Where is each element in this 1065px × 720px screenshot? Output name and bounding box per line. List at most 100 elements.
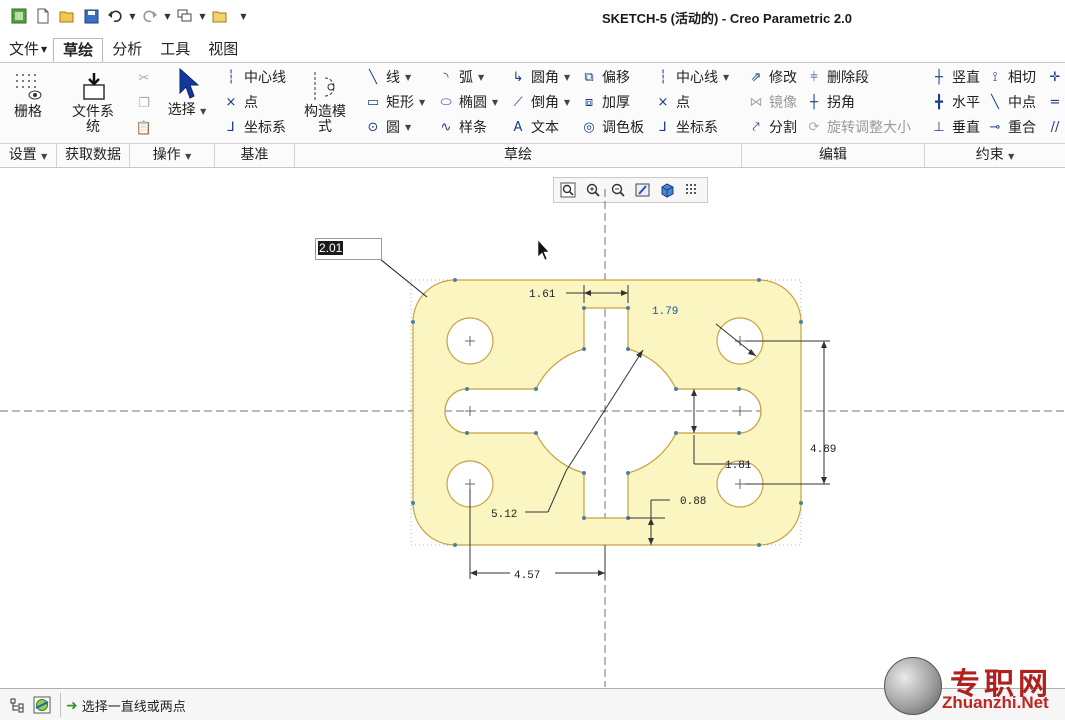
arc-button[interactable]: ◝ 弧 ▼ <box>438 66 484 88</box>
model-tree-icon[interactable] <box>8 695 28 715</box>
close-window-icon[interactable] <box>209 6 231 26</box>
group-operations-label[interactable]: 操作 ▼ <box>130 143 215 167</box>
chamfer-label: 倒角 <box>531 95 559 111</box>
dimension-value-input[interactable]: 2.01 <box>315 238 382 260</box>
tab-tools[interactable]: 工具 <box>151 38 199 62</box>
datum-centerline-button[interactable]: ┆ 中心线 <box>223 66 286 88</box>
dim-0-88[interactable]: 0.88 <box>680 496 706 508</box>
filesystem-label-1: 文件系 <box>72 104 114 120</box>
delete-segment-button[interactable]: ⫩ 删除段 <box>806 66 869 88</box>
tab-analysis[interactable]: 分析 <box>103 38 151 62</box>
corner-button[interactable]: ┼ 拐角 <box>806 91 855 113</box>
windows-dropdown-icon[interactable]: ▼ <box>198 6 207 26</box>
select-label-wrap: 选择 ▼ <box>168 103 207 119</box>
app-logo-icon[interactable] <box>8 6 30 26</box>
text-button[interactable]: A 文本 <box>510 116 559 138</box>
tangent-button[interactable]: ⟟ 相切 <box>987 66 1036 88</box>
chevron-down-icon: ▼ <box>185 152 192 161</box>
tangent-label: 相切 <box>1008 70 1036 86</box>
datum-point-button[interactable]: × 点 <box>223 91 258 113</box>
group-constrain-label[interactable]: 约束 ▼ <box>925 143 1065 167</box>
spline-label: 样条 <box>459 120 487 136</box>
group-constrain: ┼ 竖直 ╋ 水平 ⊥ 垂直 ⟟ 相切 ╲ 中点 ⊸ 重合 ✛ = // 约束 ▼ <box>925 63 1065 167</box>
chamfer-icon: ⟋ <box>513 94 523 110</box>
csys-icon: ⅃ <box>659 119 667 135</box>
tab-view[interactable]: 视图 <box>199 38 247 62</box>
dim-5-12[interactable]: 5.12 <box>491 509 517 521</box>
dim-1-81[interactable]: 1.81 <box>725 460 752 472</box>
group-settings-label[interactable]: 设置 ▼ <box>0 143 57 167</box>
divide-button[interactable]: ⤤ 分割 <box>748 116 797 138</box>
customize-qat-icon[interactable]: ▼ <box>239 6 248 26</box>
quick-access-toolbar: ▼ ▼ ▼ ▼ <box>8 6 248 26</box>
fillet-button[interactable]: ↳ 圆角 ▼ <box>510 66 571 88</box>
sketch-centerline-button[interactable]: ┆ 中心线 ▼ <box>655 66 729 88</box>
text-icon: A <box>513 119 523 135</box>
ribbon: 栅格 设置 ▼ 文件系 统 获取数据 ✂ ❐ 📋 选择 ▼ 操作 ▼ ┆ 中心线 … <box>0 62 1065 168</box>
vertical-constraint-icon: ┼ <box>935 69 943 85</box>
redo-dropdown-icon[interactable]: ▼ <box>163 6 172 26</box>
open-folder-icon[interactable] <box>56 6 78 26</box>
group-sketching: ╲ 线 ▼ ▭ 矩形 ▼ ⊙ 圆 ▼ ◝ 弧 ▼ ⬭ 椭圆 ▼ ∿ 样条 ↳ 圆角 ▼ ⟋ 倒角 ▼ A 文本 … <box>295 63 742 167</box>
sketch-csys-button[interactable]: ⅃ 坐标系 <box>655 116 718 138</box>
horizontal-button[interactable]: ╋ 水平 <box>931 91 980 113</box>
equal-button[interactable]: = <box>1047 91 1063 113</box>
windows-icon[interactable] <box>174 6 196 26</box>
graphics-area[interactable]: 1.61 1.79 4.89 1.81 0.88 5.12 4.57 2.01 <box>0 169 1065 687</box>
paste-button[interactable]: 📋 <box>136 117 152 139</box>
dim-1-79[interactable]: 1.79 <box>652 306 678 318</box>
save-icon[interactable] <box>80 6 102 26</box>
select-button[interactable]: 选择 ▼ <box>162 67 212 119</box>
spline-button[interactable]: ∿ 样条 <box>438 116 487 138</box>
line-button[interactable]: ╲ 线 ▼ <box>365 66 411 88</box>
ellipse-label: 椭圆 <box>459 95 487 111</box>
chevron-down-icon: ▼ <box>1008 152 1015 161</box>
parallel-button[interactable]: // <box>1047 116 1063 138</box>
rectangle-button[interactable]: ▭ 矩形 ▼ <box>365 91 425 113</box>
chamfer-button[interactable]: ⟋ 倒角 ▼ <box>510 91 570 113</box>
coincident-button[interactable]: ⊸ 重合 <box>987 116 1036 138</box>
thicken-button[interactable]: ⧈ 加厚 <box>581 91 630 113</box>
sketch-profile[interactable] <box>412 279 802 546</box>
undo-icon[interactable] <box>104 6 126 26</box>
sketch-point-button[interactable]: × 点 <box>655 91 690 113</box>
perpendicular-button[interactable]: ⊥ 垂直 <box>931 116 980 138</box>
symmetric-button[interactable]: ✛ <box>1047 66 1063 88</box>
datum-centerline-label: 中心线 <box>244 70 286 86</box>
symmetric-icon: ✛ <box>1049 69 1061 85</box>
arc-label: 弧 <box>459 70 473 86</box>
redo-icon[interactable] <box>139 6 161 26</box>
offset-button[interactable]: ⧉ 偏移 <box>581 66 630 88</box>
parallel-icon: // <box>1050 119 1060 135</box>
circle-button[interactable]: ⊙ 圆 ▼ <box>365 116 412 138</box>
midpoint-button[interactable]: ╲ 中点 <box>987 91 1036 113</box>
dim-1-61[interactable]: 1.61 <box>529 289 556 301</box>
grid-button[interactable]: 栅格 <box>8 69 48 120</box>
group-getdata-label: 获取数据 <box>57 143 130 167</box>
sketch-drawing[interactable]: 1.61 1.79 4.89 1.81 0.88 5.12 4.57 <box>0 169 1065 687</box>
dim-4-57[interactable]: 4.57 <box>514 570 540 582</box>
rotate-resize-button[interactable]: ⟳ 旋转调整大小 <box>806 116 911 138</box>
copy-button[interactable]: ❐ <box>136 92 152 114</box>
operations-group-text: 操作 <box>152 147 181 163</box>
sketch-point-label: 点 <box>676 95 690 111</box>
undo-dropdown-icon[interactable]: ▼ <box>128 6 137 26</box>
datum-csys-button[interactable]: ⅃ 坐标系 <box>223 116 286 138</box>
group-settings: 栅格 设置 ▼ <box>0 63 57 167</box>
filesystem-button[interactable]: 文件系 统 <box>67 69 119 135</box>
mouse-cursor-icon <box>537 239 550 261</box>
watermark-en: Zhuanzhi.Net <box>942 693 1049 712</box>
palette-button[interactable]: ◎ 调色板 <box>581 116 644 138</box>
copy-icon: ❐ <box>138 95 150 111</box>
modify-button[interactable]: ⇗ 修改 <box>748 66 797 88</box>
tab-sketch[interactable]: 草绘 <box>53 38 104 62</box>
cut-button[interactable]: ✂ <box>136 67 152 89</box>
tab-file[interactable]: 文件 ▼ <box>0 38 53 62</box>
vertical-button[interactable]: ┼ 竖直 <box>931 66 980 88</box>
chevron-down-icon: ▼ <box>419 97 426 107</box>
new-file-icon[interactable] <box>32 6 54 26</box>
dim-4-89[interactable]: 4.89 <box>810 444 836 456</box>
browser-icon[interactable] <box>32 695 52 715</box>
ellipse-button[interactable]: ⬭ 椭圆 ▼ <box>438 91 498 113</box>
mirror-button[interactable]: ⋈ 镜像 <box>748 91 798 113</box>
